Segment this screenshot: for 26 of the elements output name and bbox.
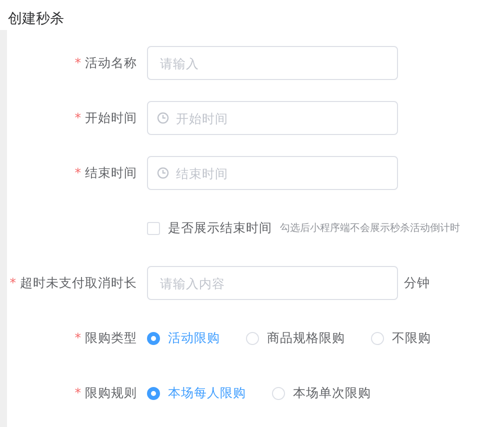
required-mark: * — [74, 384, 81, 400]
required-mark: * — [74, 330, 81, 344]
required-mark: * — [74, 110, 81, 124]
clock-icon — [157, 167, 169, 179]
input-field[interactable]: 请输入内容 — [147, 266, 398, 300]
unit-label: 分钟 — [404, 274, 430, 292]
radio-option[interactable]: 本场单次限购 — [272, 384, 371, 402]
time-field[interactable]: 开始时间 — [147, 101, 398, 135]
page-title: 创建秒杀 — [7, 10, 65, 29]
input-field[interactable]: 请输入 — [147, 46, 398, 80]
field-label: 开始时间 — [85, 110, 137, 124]
radio-option[interactable]: 不限购 — [371, 330, 431, 346]
required-mark: * — [74, 54, 81, 70]
required-mark: * — [10, 274, 16, 290]
field-label: 超时未支付取消时长 — [20, 274, 137, 290]
required-mark: * — [74, 164, 81, 180]
checkbox-label[interactable]: 是否展示结束时间 — [168, 220, 272, 236]
field-label: 限购类型 — [85, 330, 137, 344]
radio-option[interactable]: 商品规格限购 — [246, 330, 345, 346]
time-field[interactable]: 结束时间 — [147, 156, 398, 190]
hint-text: 勾选后小程序端不会展示秒杀活动倒计时 — [280, 222, 460, 235]
checkbox[interactable] — [147, 222, 160, 234]
field-label: 活动名称 — [85, 54, 137, 70]
clock-icon — [157, 112, 169, 124]
field-label: 限购规则 — [85, 384, 137, 400]
field-label: 结束时间 — [85, 164, 137, 180]
